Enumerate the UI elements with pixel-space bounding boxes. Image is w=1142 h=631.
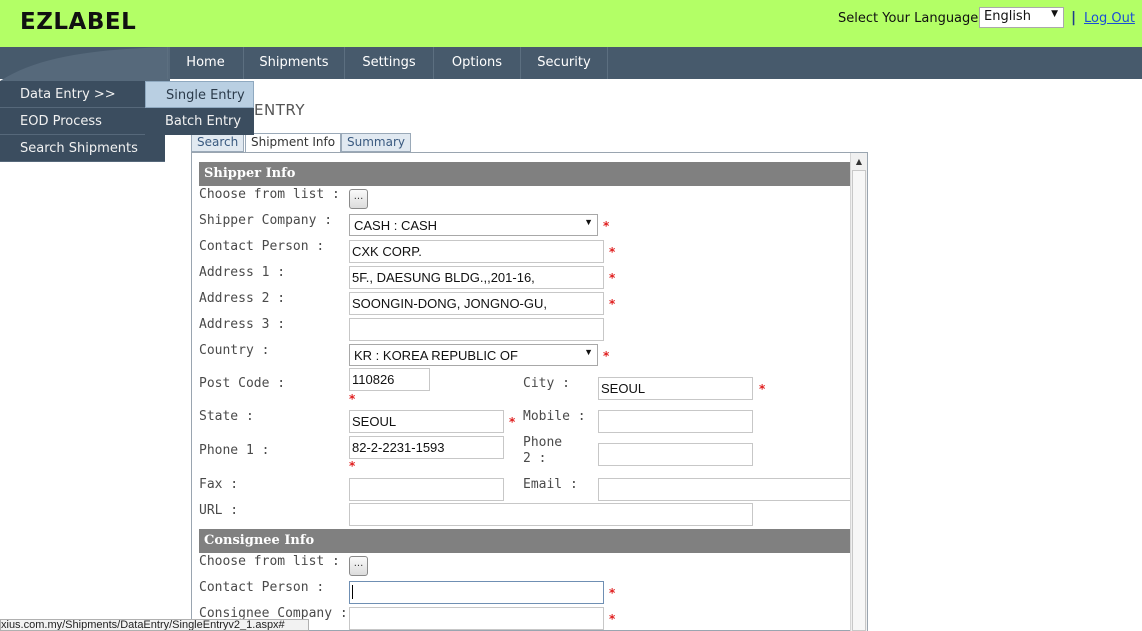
required-mark: * — [609, 586, 616, 600]
contact-person-label: Contact Person : — [199, 239, 325, 254]
shipper-fax-input[interactable] — [349, 478, 504, 501]
required-mark: * — [349, 392, 356, 406]
consignee-choose-button[interactable]: ... — [349, 556, 368, 576]
submenu-item-batch-entry[interactable]: Batch Entry — [145, 108, 254, 135]
scroll-up-icon[interactable]: ▲ — [851, 153, 867, 170]
nav-home[interactable]: Home — [167, 47, 244, 79]
shipper-mobile-input[interactable] — [598, 410, 753, 433]
consignee-contact-label: Contact Person : — [199, 580, 325, 595]
shipper-choose-label: Choose from list : — [199, 187, 340, 202]
address3-label: Address 3 : — [199, 317, 286, 332]
chevron-down-icon: ▼ — [584, 347, 593, 357]
country-label: Country : — [199, 343, 270, 358]
email-label: Email : — [523, 477, 578, 492]
shipments-dropdown-menu: Data Entry >> EOD Process Search Shipmen… — [0, 81, 165, 162]
phone2-label-line1: Phone — [523, 435, 563, 450]
language-select-value: English — [984, 9, 1031, 24]
fax-label: Fax : — [199, 477, 239, 492]
chevron-down-icon: ▼ — [1051, 9, 1058, 19]
city-label: City : — [523, 376, 570, 391]
shipper-country-select[interactable]: KR : KOREA REPUBLIC OF ▼ — [349, 344, 598, 366]
required-mark: * — [509, 415, 516, 429]
mobile-label: Mobile : — [523, 409, 586, 424]
app-logo: EZLABEL — [20, 9, 137, 35]
nav-options[interactable]: Options — [434, 47, 521, 79]
shipper-country-value: KR : KOREA REPUBLIC OF — [354, 348, 518, 363]
page-title: ENTRY — [254, 101, 305, 119]
header-separator: | — [1071, 10, 1077, 26]
browser-status-url: xius.com.my/Shipments/DataEntry/SingleEn… — [0, 619, 309, 631]
required-mark: * — [609, 245, 616, 259]
shipper-url-input[interactable] — [349, 503, 753, 526]
data-entry-submenu: Single Entry Batch Entry — [145, 81, 254, 135]
consignee-info-header: Consignee Info — [199, 529, 850, 553]
url-label: URL : — [199, 503, 239, 518]
scrollbar-thumb[interactable] — [852, 170, 866, 631]
shipper-address3-input[interactable] — [349, 318, 604, 341]
tab-search[interactable]: Search — [191, 133, 245, 152]
shipper-city-input[interactable]: SEOUL — [598, 377, 753, 400]
menu-item-data-entry[interactable]: Data Entry >> — [0, 81, 165, 108]
required-mark: * — [759, 382, 766, 396]
consignee-company-input[interactable] — [349, 607, 604, 630]
tab-summary[interactable]: Summary — [341, 133, 411, 152]
nav-security[interactable]: Security — [521, 47, 608, 79]
tab-shipment-info[interactable]: Shipment Info — [245, 133, 342, 153]
shipper-company-label: Shipper Company : — [199, 213, 333, 228]
shipper-company-select[interactable]: CASH : CASH ▼ — [349, 214, 598, 236]
consignee-choose-label: Choose from list : — [199, 554, 340, 569]
address1-label: Address 1 : — [199, 265, 286, 280]
phone2-label-line2: 2 : — [523, 451, 547, 466]
state-label: State : — [199, 409, 254, 424]
phone1-label: Phone 1 : — [199, 443, 270, 458]
nav-shipments[interactable]: Shipments — [244, 47, 345, 79]
required-mark: * — [603, 219, 610, 233]
required-mark: * — [609, 271, 616, 285]
shipper-postcode-input[interactable]: 110826 — [349, 368, 430, 391]
consignee-contact-input[interactable] — [349, 581, 604, 604]
menu-item-search-shipments[interactable]: Search Shipments — [0, 135, 165, 162]
address2-label: Address 2 : — [199, 291, 286, 306]
nav-swoosh-decoration — [0, 47, 170, 81]
shipper-info-header: Shipper Info — [199, 162, 850, 186]
shipper-phone1-input[interactable]: 82-2-2231-1593 — [349, 436, 504, 459]
required-mark: * — [609, 612, 616, 626]
shipper-phone2-input[interactable] — [598, 443, 753, 466]
nav-settings[interactable]: Settings — [345, 47, 434, 79]
shipper-state-input[interactable]: SEOUL — [349, 410, 504, 433]
required-mark: * — [603, 349, 610, 363]
text-caret — [352, 585, 353, 599]
language-label: Select Your Language: — [838, 11, 983, 26]
shipper-address2-input[interactable]: SOONGIN-DONG, JONGNO-GU, — [349, 292, 604, 315]
shipper-contact-input[interactable]: CXK CORP. — [349, 240, 604, 263]
language-select[interactable]: English ▼ — [979, 7, 1064, 28]
shipper-choose-button[interactable]: ... — [349, 189, 368, 209]
postcode-label: Post Code : — [199, 376, 286, 391]
required-mark: * — [609, 297, 616, 311]
shipper-company-value: CASH : CASH — [354, 218, 438, 233]
shipper-email-input[interactable] — [598, 478, 850, 501]
shipper-address1-input[interactable]: 5F., DAESUNG BLDG.,,201-16, — [349, 266, 604, 289]
chevron-down-icon: ▼ — [584, 217, 593, 227]
submenu-item-single-entry[interactable]: Single Entry — [145, 81, 254, 108]
form-scrollbar[interactable]: ▲ — [850, 153, 867, 631]
required-mark: * — [349, 459, 356, 473]
logout-link[interactable]: Log Out — [1084, 11, 1135, 26]
menu-item-eod-process[interactable]: EOD Process — [0, 108, 165, 135]
